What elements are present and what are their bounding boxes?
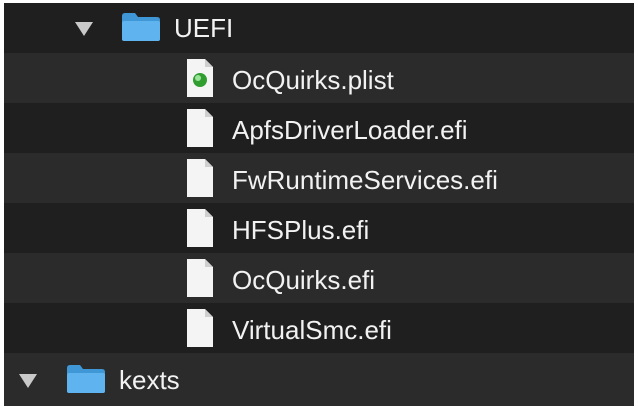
plist-file-icon [187,59,213,97]
file-label: ApfsDriverLoader.efi [232,115,468,145]
tree-row-kexts[interactable]: kexts [4,353,634,406]
folder-icon [122,13,160,41]
document-icon [187,209,213,247]
folder-label-uefi: UEFI [174,13,234,43]
document-icon [187,309,213,347]
tree-row-file[interactable]: VirtualSmc.efi [4,303,634,353]
tree-row-file[interactable]: HFSPlus.efi [4,203,634,253]
file-label: FwRuntimeServices.efi [232,165,498,195]
file-label: HFSPlus.efi [232,215,370,245]
tree-row-file[interactable]: OcQuirks.efi [4,253,634,303]
disclosure-triangle-icon[interactable] [19,374,37,388]
document-icon [187,259,213,297]
tree-row-file[interactable]: FwRuntimeServices.efi [4,153,634,203]
document-icon [187,109,213,147]
file-label: OcQuirks.efi [232,265,376,295]
tree-row-uefi[interactable]: UEFI [4,3,634,53]
document-icon [187,159,213,197]
file-label: VirtualSmc.efi [232,315,392,345]
tree-row-file[interactable]: OcQuirks.plist [4,53,634,103]
file-label: OcQuirks.plist [232,65,394,95]
folder-icon [67,365,105,393]
file-tree: UEFI OcQuirks.plist ApfsDriverLoader.efi… [4,3,634,406]
disclosure-triangle-icon[interactable] [75,22,93,36]
folder-label-kexts: kexts [119,365,180,395]
tree-row-file[interactable]: ApfsDriverLoader.efi [4,103,634,153]
